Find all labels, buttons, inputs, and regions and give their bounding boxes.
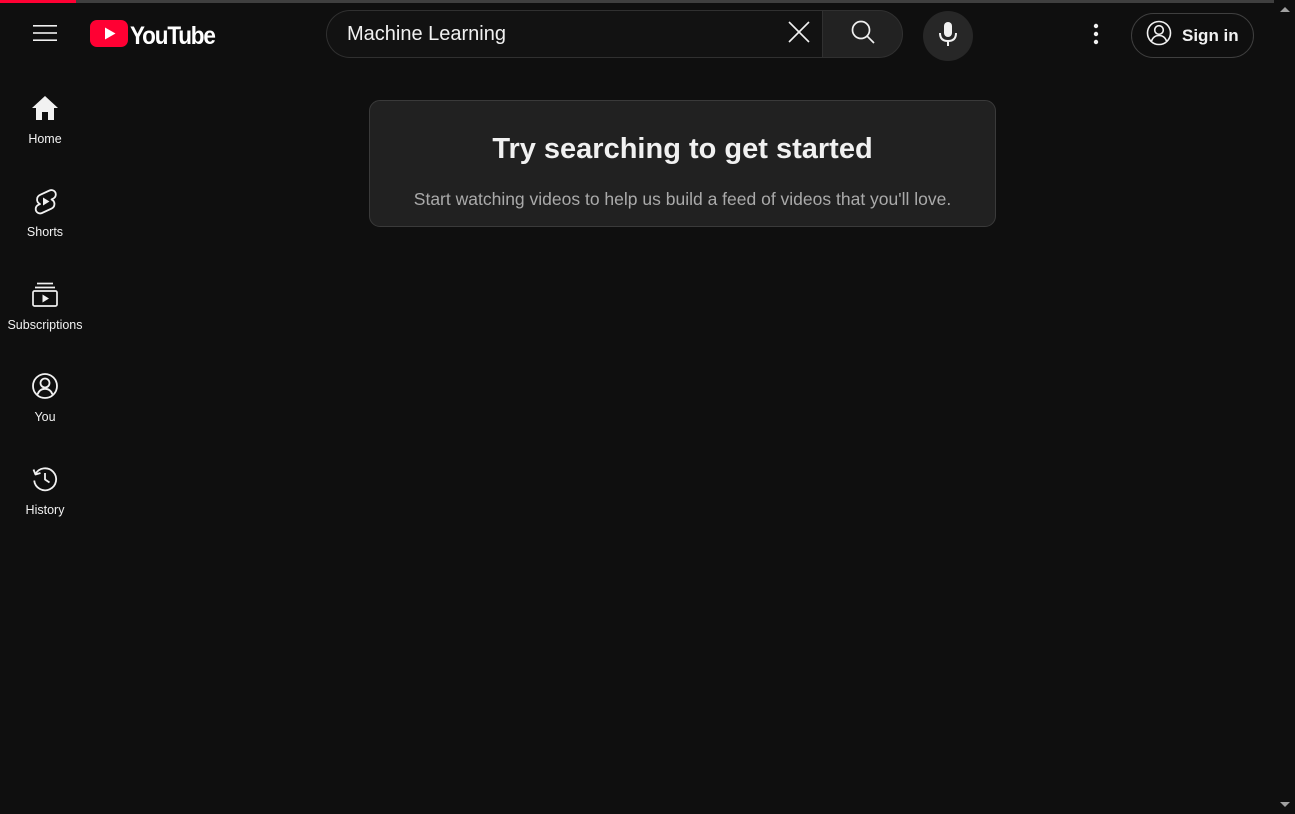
sidebar-item-label: Shorts — [26, 225, 64, 239]
you-icon — [30, 371, 60, 401]
clear-search-button[interactable] — [778, 13, 820, 55]
voice-search-button[interactable] — [923, 11, 973, 61]
youtube-page: YouTube Machine Learning Sign in Home Sh… — [0, 0, 1295, 814]
sign-in-label: Sign in — [1182, 25, 1239, 45]
home-icon — [30, 93, 60, 123]
sidebar-item-label: Home — [28, 132, 62, 146]
logo-wordmark: YouTube — [130, 21, 216, 50]
search-icon — [850, 19, 876, 50]
masthead: YouTube Machine Learning Sign in — [0, 3, 1274, 63]
prompt-card-subtitle: Start watching videos to help us build a… — [413, 189, 952, 209]
microphone-icon — [937, 21, 959, 52]
sidebar-item-history[interactable]: History — [0, 464, 90, 544]
youtube-logo[interactable]: YouTube — [90, 20, 224, 52]
close-icon — [787, 20, 811, 49]
hamburger-menu-icon — [33, 21, 57, 50]
youtube-play-logo-icon — [90, 20, 128, 52]
settings-more-button[interactable] — [1076, 16, 1116, 56]
search-button[interactable] — [822, 10, 903, 58]
page-scrollbar[interactable] — [1274, 0, 1295, 814]
search-box[interactable] — [326, 10, 822, 58]
sign-in-button[interactable]: Sign in — [1131, 13, 1254, 58]
history-icon — [30, 464, 60, 494]
sidebar-item-label: History — [25, 503, 65, 517]
sidebar-item-shorts[interactable]: Shorts — [0, 186, 90, 266]
shorts-icon — [30, 186, 60, 216]
empty-feed-prompt-card: Try searching to get started Start watch… — [369, 100, 996, 227]
account-circle-icon — [1146, 20, 1172, 51]
scroll-up-arrow-icon[interactable] — [1280, 7, 1290, 12]
sidebar-item-you[interactable]: You — [0, 371, 90, 451]
sidebar-item-subscriptions[interactable]: Subscriptions — [0, 279, 90, 359]
sidebar-item-label: You — [34, 410, 56, 424]
prompt-card-title: Try searching to get started — [492, 133, 873, 165]
scroll-down-arrow-icon[interactable] — [1280, 802, 1290, 807]
sidebar-item-label: Subscriptions — [7, 318, 83, 332]
subscriptions-icon — [30, 279, 60, 309]
search-input[interactable] — [347, 11, 767, 57]
sidebar-item-home[interactable]: Home — [0, 93, 90, 173]
guide-menu-button[interactable] — [25, 15, 65, 55]
more-vertical-icon — [1093, 23, 1099, 50]
